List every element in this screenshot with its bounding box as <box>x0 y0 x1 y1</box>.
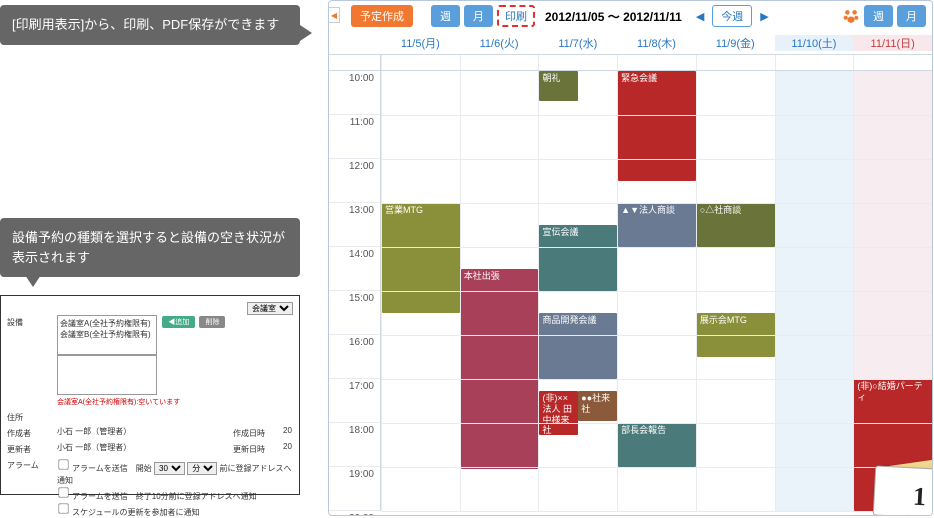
day-header[interactable]: 11/5(月) <box>381 35 460 51</box>
alarm1-checkbox[interactable] <box>58 459 68 469</box>
view-week-button-2[interactable]: 週 <box>864 5 893 27</box>
allday-row <box>329 55 932 71</box>
created-label: 作成日時 <box>233 426 283 439</box>
time-label: 19:00 <box>329 467 380 511</box>
callout-print-tip: [印刷用表示]から、印刷、PDF保存ができます <box>0 5 300 45</box>
date-range-text: 2012/11/05 ～ 2012/11/11 <box>545 8 682 25</box>
time-label: 12:00 <box>329 159 380 203</box>
calendar-day-icon: 1 MON <box>874 457 933 516</box>
updater-label: 更新者 <box>7 442 57 455</box>
calendar-event[interactable]: 緊急会議 <box>618 71 696 181</box>
calendar-event[interactable]: ○△社商談 <box>697 203 775 247</box>
day-header[interactable]: 11/11(日) <box>853 35 932 51</box>
calendar-event[interactable]: 朝礼 <box>539 71 578 101</box>
view-month-button[interactable]: 月 <box>464 5 493 27</box>
alarm-label: アラーム <box>7 458 57 471</box>
alarm1-unit-select[interactable]: 分 <box>187 462 217 475</box>
calendar-event[interactable]: 宣伝会議 <box>539 225 617 291</box>
calendar-event[interactable]: ▲▼法人商談 <box>618 203 696 247</box>
add-equipment-button[interactable]: ◀追加 <box>162 316 195 328</box>
time-label: 11:00 <box>329 115 380 159</box>
time-label: 13:00 <box>329 203 380 247</box>
create-event-button[interactable]: 予定作成 <box>351 5 413 27</box>
creator-value: 小石 一郎（管理者） <box>57 426 233 437</box>
time-grid[interactable]: 10:0011:0012:0013:0014:0015:0016:0017:00… <box>329 71 932 511</box>
remove-equipment-button[interactable]: 削除 <box>199 316 225 328</box>
view-week-button[interactable]: 週 <box>431 5 460 27</box>
calendar-event[interactable]: (非)××法人 田中様来社 <box>539 391 578 435</box>
time-label: 15:00 <box>329 291 380 335</box>
equipment-type-select[interactable]: 会議室 <box>247 302 293 315</box>
equipment-available-list[interactable] <box>57 355 157 395</box>
toolbar: 予定作成 週 月 印刷 2012/11/05 ～ 2012/11/11 ◀ 今週… <box>329 1 932 31</box>
callout-equipment-tip: 設備予約の種類を選択すると設備の空き状況が表示されます <box>0 218 300 277</box>
updater-value: 小石 一郎（管理者） <box>57 442 233 453</box>
day-header-row: 11/5(月)11/6(火)11/7(水)11/8(木)11/9(金)11/10… <box>329 31 932 55</box>
time-label: 18:00 <box>329 423 380 467</box>
alarm2-checkbox[interactable] <box>58 487 68 497</box>
settings-panel: 会議室 設備 会議室A(全社予約権限有) 会議室B(全社予約権限有) ◀追加 削… <box>0 295 300 495</box>
calendar-event[interactable]: 部長会報告 <box>618 423 696 467</box>
day-header[interactable]: 11/6(火) <box>460 35 539 51</box>
next-week-button[interactable]: ▶ <box>756 10 772 23</box>
this-week-button[interactable]: 今週 <box>712 5 752 27</box>
collapse-sidebar-button[interactable]: ◀ <box>328 7 340 23</box>
time-label: 17:00 <box>329 379 380 423</box>
calendar-event[interactable]: 営業MTG <box>382 203 460 313</box>
calendar-panel: ◀ 予定作成 週 月 印刷 2012/11/05 ～ 2012/11/11 ◀ … <box>328 0 933 516</box>
creator-label: 作成者 <box>7 426 57 439</box>
alarm1-min-select[interactable]: 30 <box>154 462 185 475</box>
day-header[interactable]: 11/10(土) <box>775 35 854 51</box>
prev-week-button[interactable]: ◀ <box>692 10 708 23</box>
view-month-button-2[interactable]: 月 <box>897 5 926 27</box>
paw-icon[interactable] <box>842 7 860 25</box>
day-header[interactable]: 11/9(金) <box>696 35 775 51</box>
time-label: 10:00 <box>329 71 380 115</box>
print-button[interactable]: 印刷 <box>497 5 535 27</box>
address-label: 住所 <box>7 410 57 423</box>
day-header[interactable]: 11/7(水) <box>538 35 617 51</box>
alarm3-checkbox[interactable] <box>58 503 68 513</box>
day-header[interactable]: 11/8(木) <box>617 35 696 51</box>
time-label: 16:00 <box>329 335 380 379</box>
calendar-event[interactable]: ●●社来社 <box>578 391 617 421</box>
calendar-event[interactable]: 本社出張 <box>461 269 539 469</box>
equipment-status-text: 会議室A(全社予約権限有):空いています <box>57 397 293 407</box>
equipment-label: 設備 <box>7 315 57 328</box>
time-label: 14:00 <box>329 247 380 291</box>
time-label: 20:00 <box>329 511 380 516</box>
updated-label: 更新日時 <box>233 442 283 455</box>
time-gutter: 10:0011:0012:0013:0014:0015:0016:0017:00… <box>329 71 381 511</box>
equipment-selected-list[interactable]: 会議室A(全社予約権限有) 会議室B(全社予約権限有) <box>57 315 157 355</box>
calendar-event[interactable]: 商品開発会議 <box>539 313 617 379</box>
